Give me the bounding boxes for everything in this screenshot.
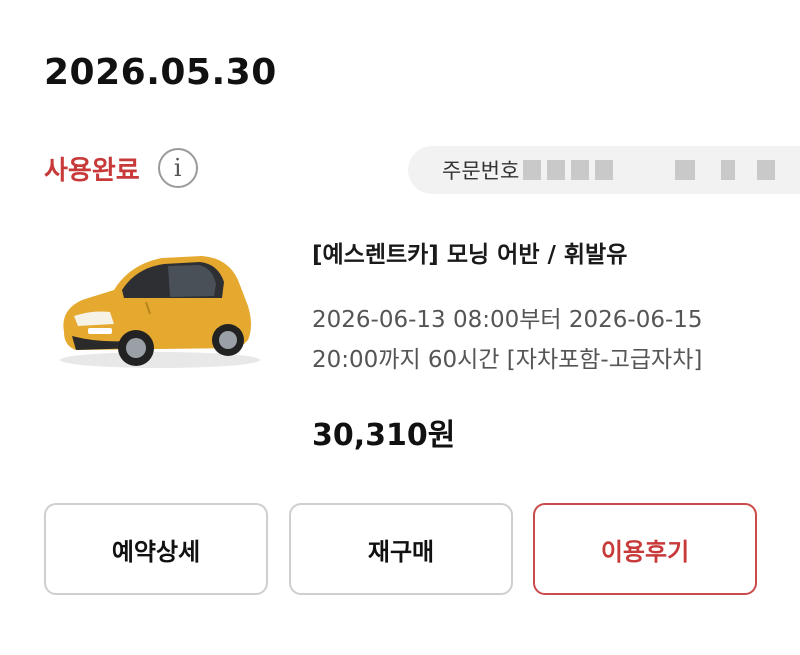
car-image[interactable] — [52, 240, 262, 380]
status-row: 사용완료 i — [44, 148, 198, 188]
review-button[interactable]: 이용후기 — [533, 503, 757, 595]
product-title[interactable]: [예스렌트카] 모닝 어반 / 휘발유 — [312, 235, 627, 269]
masked-order-number — [523, 160, 781, 180]
rental-period: 2026-06-13 08:00부터 2026-06-15 20:00까지 60… — [312, 300, 782, 380]
order-number-label: 주문번호 — [442, 159, 520, 183]
status-label: 사용완료 — [44, 155, 140, 186]
price: 30,310원 — [312, 418, 456, 453]
rental-period-line2: 20:00까지 60시간 [자차포함-고급자차] — [312, 347, 703, 373]
rental-period-line1: 2026-06-13 08:00부터 2026-06-15 — [312, 307, 703, 333]
reservation-detail-button[interactable]: 예약상세 — [44, 503, 268, 595]
order-number-pill: 주문번호 — [408, 146, 800, 194]
rebuy-button[interactable]: 재구매 — [289, 503, 513, 595]
order-date: 2026.05.30 — [44, 52, 277, 93]
info-icon[interactable]: i — [157, 148, 198, 188]
